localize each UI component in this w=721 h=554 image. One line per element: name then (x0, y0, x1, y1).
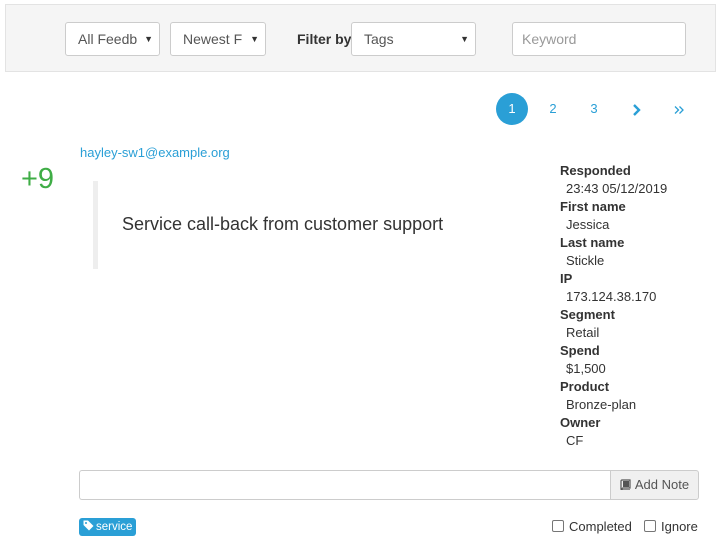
tag-icon (83, 520, 94, 531)
chevron-right-icon (633, 103, 641, 116)
respondent-details: Responded 23:43 05/12/2019 First name Je… (560, 162, 715, 450)
book-icon (620, 479, 631, 491)
note-input[interactable] (79, 470, 611, 500)
detail-value-owner: CF (566, 433, 584, 448)
next-page-link[interactable] (621, 93, 653, 125)
tag-label: service (96, 521, 133, 533)
detail-value-first-name: Jessica (566, 217, 610, 232)
tags-select-value: Tags (364, 31, 394, 47)
checkbox-box[interactable] (552, 520, 564, 532)
caret-down-icon: ▼ (250, 34, 259, 44)
feedback-type-select[interactable]: All Feedb ▼ (65, 22, 160, 56)
tag-service[interactable]: service (79, 518, 137, 536)
feedback-comment: Service call-back from customer support (122, 214, 444, 234)
completed-label: Completed (569, 519, 632, 534)
detail-value-spend: $1,500 (566, 361, 606, 376)
page-3-link[interactable]: 3 (578, 93, 610, 125)
detail-label-product: Product (560, 379, 610, 394)
last-page-link[interactable] (663, 93, 695, 125)
detail-label-ip: IP (560, 271, 573, 286)
checkbox-box[interactable] (644, 520, 656, 532)
sort-order-select[interactable]: Newest F ▼ (170, 22, 266, 56)
add-note-button[interactable]: Add Note (610, 470, 699, 500)
filter-bar: All Feedb ▼ Newest F ▼ Filter by Tags ▼ (5, 4, 716, 72)
nps-score: +9 (21, 163, 55, 195)
filter-by-label: Filter by (297, 31, 352, 47)
keyword-input[interactable] (512, 22, 686, 56)
page-1-link[interactable]: 1 (496, 93, 528, 125)
detail-value-product: Bronze-plan (566, 397, 637, 412)
detail-value-segment: Retail (566, 325, 600, 340)
add-note-label: Add Note (634, 477, 690, 492)
completed-checkbox[interactable]: Completed (552, 519, 632, 534)
detail-value-last-name: Stickle (566, 253, 605, 268)
detail-label-last-name: Last name (560, 235, 625, 250)
detail-label-owner: Owner (560, 415, 601, 430)
detail-label-responded: Responded (560, 163, 631, 178)
sort-order-select-value: Newest F (183, 31, 243, 47)
detail-value-responded: 23:43 05/12/2019 (566, 181, 668, 196)
feedback-type-select-value: All Feedb (78, 31, 138, 47)
detail-value-ip: 173.124.38.170 (566, 289, 657, 304)
note-row: Add Note (79, 470, 699, 500)
caret-down-icon: ▼ (460, 34, 469, 44)
feedback-comment-block: Service call-back from customer support (93, 181, 533, 269)
detail-label-spend: Spend (560, 343, 600, 358)
tags-select[interactable]: Tags ▼ (351, 22, 476, 56)
respondent-email-link[interactable]: hayley-sw1@example.org (80, 145, 230, 160)
ignore-checkbox[interactable]: Ignore (644, 519, 698, 534)
detail-label-segment: Segment (560, 307, 615, 322)
double-chevron-right-icon (674, 105, 684, 114)
caret-down-icon: ▼ (144, 34, 153, 44)
detail-label-first-name: First name (560, 199, 626, 214)
ignore-label: Ignore (661, 519, 698, 534)
page-2-link[interactable]: 2 (537, 93, 569, 125)
